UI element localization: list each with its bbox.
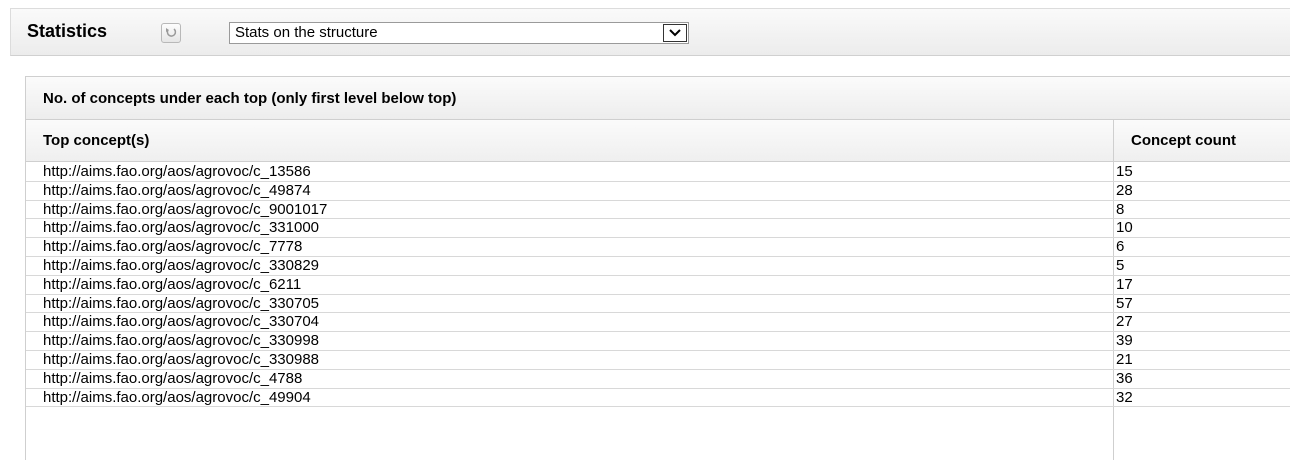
column-header-concept-count: Concept count	[1131, 132, 1236, 149]
concept-count: 27	[1116, 313, 1133, 331]
concept-link[interactable]: http://aims.fao.org/aos/agrovoc/c_49874	[43, 182, 311, 199]
concept-link[interactable]: http://aims.fao.org/aos/agrovoc/c_13586	[43, 163, 311, 180]
concept-count: 17	[1116, 275, 1133, 293]
concept-link[interactable]: http://aims.fao.org/aos/agrovoc/c_49904	[43, 389, 311, 406]
stats-panel: No. of concepts under each top (only fir…	[25, 76, 1290, 460]
refresh-icon	[166, 28, 177, 37]
table-row: http://aims.fao.org/aos/agrovoc/c_330988…	[26, 351, 1290, 370]
concept-link[interactable]: http://aims.fao.org/aos/agrovoc/c_330704	[43, 313, 319, 330]
concept-count: 21	[1116, 350, 1133, 368]
table-row: http://aims.fao.org/aos/agrovoc/c_7778 6	[26, 238, 1290, 257]
table-row: http://aims.fao.org/aos/agrovoc/c_49904 3…	[26, 389, 1290, 408]
concept-link[interactable]: http://aims.fao.org/aos/agrovoc/c_330829	[43, 257, 319, 274]
refresh-button[interactable]	[161, 23, 181, 43]
concept-link[interactable]: http://aims.fao.org/aos/agrovoc/c_6211	[43, 276, 301, 293]
table-row: http://aims.fao.org/aos/agrovoc/c_4788 36	[26, 370, 1290, 389]
concept-count: 57	[1116, 294, 1133, 312]
table-row: http://aims.fao.org/aos/agrovoc/c_330704…	[26, 313, 1290, 333]
page-title: Statistics	[27, 21, 108, 41]
table-row: http://aims.fao.org/aos/agrovoc/c_900101…	[26, 201, 1290, 220]
table-row: http://aims.fao.org/aos/agrovoc/c_330829…	[26, 257, 1290, 276]
concept-link[interactable]: http://aims.fao.org/aos/agrovoc/c_4788	[43, 370, 302, 387]
table-row: http://aims.fao.org/aos/agrovoc/c_330705…	[26, 295, 1290, 314]
concept-count: 8	[1116, 200, 1125, 218]
concept-link[interactable]: http://aims.fao.org/aos/agrovoc/c_900101…	[43, 201, 327, 218]
statistics-toolbar: Statistics Stats on the structure	[10, 8, 1290, 56]
panel-header: No. of concepts under each top (only fir…	[26, 77, 1290, 120]
concept-count: 39	[1116, 332, 1133, 350]
stats-type-select-value: Stats on the structure	[235, 24, 378, 41]
concept-count: 15	[1116, 163, 1133, 180]
table-row: http://aims.fao.org/aos/agrovoc/c_6211 17	[26, 276, 1290, 295]
concept-link[interactable]: http://aims.fao.org/aos/agrovoc/c_7778	[43, 238, 302, 255]
concept-count: 32	[1116, 388, 1133, 406]
concept-link[interactable]: http://aims.fao.org/aos/agrovoc/c_331000	[43, 219, 319, 236]
concept-link[interactable]: http://aims.fao.org/aos/agrovoc/c_330705	[43, 295, 319, 312]
table-row: http://aims.fao.org/aos/agrovoc/c_330998…	[26, 332, 1290, 351]
concept-count: 10	[1116, 219, 1133, 237]
concept-count: 6	[1116, 238, 1125, 256]
table-header: Top concept(s) Concept count	[26, 120, 1290, 162]
panel-heading: No. of concepts under each top (only fir…	[43, 90, 457, 107]
concept-link[interactable]: http://aims.fao.org/aos/agrovoc/c_330988	[43, 351, 319, 368]
concept-count: 36	[1116, 369, 1133, 387]
table-row: http://aims.fao.org/aos/agrovoc/c_49874 2…	[26, 182, 1290, 201]
stats-type-select[interactable]: Stats on the structure	[229, 22, 689, 44]
table-body: http://aims.fao.org/aos/agrovoc/c_13586 1…	[26, 163, 1290, 408]
table-row: http://aims.fao.org/aos/agrovoc/c_13586 1…	[26, 163, 1290, 182]
concept-count: 28	[1116, 181, 1133, 199]
column-header-top-concepts: Top concept(s)	[43, 132, 150, 149]
table-row: http://aims.fao.org/aos/agrovoc/c_331000…	[26, 219, 1290, 239]
concept-count: 5	[1116, 256, 1125, 274]
chevron-down-icon[interactable]	[663, 24, 687, 42]
concept-link[interactable]: http://aims.fao.org/aos/agrovoc/c_330998	[43, 332, 319, 349]
